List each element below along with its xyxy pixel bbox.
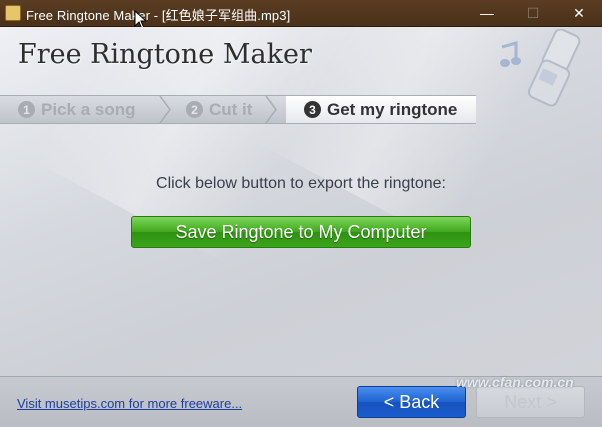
maximize-button[interactable]: ☐ — [510, 0, 556, 26]
export-instruction: Click below button to export the rington… — [156, 175, 446, 192]
musetips-link[interactable]: Visit musetips.com for more freeware... — [17, 396, 242, 411]
title-bar[interactable]: Free Ringtone Maker - [红色娘子军组曲.mp3] — ☐ … — [0, 0, 602, 30]
step-label: Pick a song — [41, 99, 136, 119]
phone-music-logo-icon — [500, 29, 581, 107]
step-label: Get my ringtone — [327, 99, 458, 119]
step-number: 1 — [18, 101, 35, 118]
app-icon — [5, 5, 21, 21]
watermark-text: www.cfan.com.cn — [456, 374, 574, 390]
step-label: Cut it — [209, 99, 253, 119]
close-button[interactable]: ✕ — [556, 0, 602, 26]
window-title: Free Ringtone Maker - [红色娘子军组曲.mp3] — [26, 8, 291, 23]
step-get-my-ringtone: 3 Get my ringtone — [286, 96, 476, 123]
step-separator-icon — [159, 96, 171, 123]
step-pick-a-song: 1 Pick a song — [0, 96, 168, 123]
step-number: 3 — [304, 101, 321, 118]
app-title: Free Ringtone Maker — [18, 39, 312, 70]
minimize-button[interactable]: — — [464, 0, 510, 26]
save-ringtone-button[interactable]: Save Ringtone to My Computer — [131, 216, 471, 248]
back-button[interactable]: < Back — [357, 386, 466, 418]
step-number: 2 — [186, 101, 203, 118]
wizard-steps: 1 Pick a song 2 Cut it 3 Get my ringtone — [0, 95, 476, 124]
step-separator-icon — [265, 96, 277, 123]
wizard-panel: Free Ringtone Maker 1 Pick a song 2 Cut … — [0, 27, 602, 427]
next-button[interactable]: Next > — [476, 386, 585, 418]
